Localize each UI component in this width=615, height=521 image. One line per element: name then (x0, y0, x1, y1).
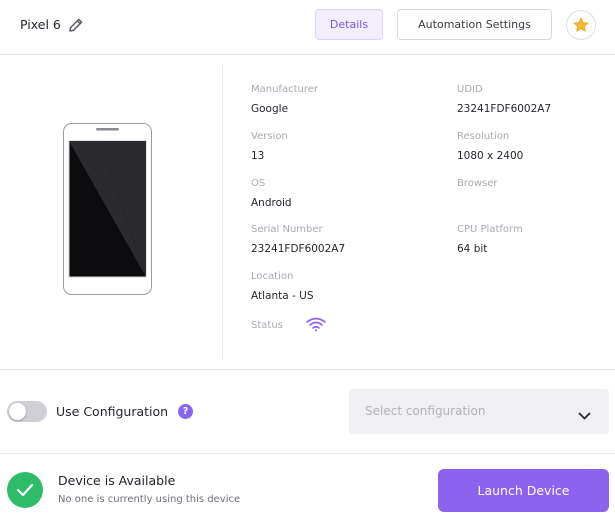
section-divider (0, 369, 615, 370)
udid-value: 23241FDF6002A7 (457, 103, 552, 115)
version-label: Version (251, 131, 288, 142)
manufacturer-value: Google (251, 103, 289, 115)
cpu-platform-label: CPU Platform (457, 224, 523, 235)
udid-label: UDID (457, 84, 483, 95)
os-value: Android (251, 197, 292, 209)
version-value: 13 (251, 150, 265, 162)
serial-number-label: Serial Number (251, 224, 323, 235)
status-label: Status (251, 320, 283, 331)
launch-device-button[interactable]: Launch Device (438, 469, 609, 512)
toggle-knob (9, 403, 26, 420)
device-header: Pixel 6 Details Automation Settings (0, 0, 615, 55)
pencil-icon[interactable] (67, 16, 85, 34)
cpu-platform-value: 64 bit (457, 243, 488, 255)
resolution-value: 1080 x 2400 (457, 150, 524, 162)
location-value: Atlanta - US (251, 290, 314, 302)
browser-label: Browser (457, 178, 498, 189)
availability-subtitle: No one is currently using this device (58, 494, 241, 505)
footer-divider (0, 453, 615, 454)
star-icon (573, 17, 589, 32)
resolution-label: Resolution (457, 131, 510, 142)
chevron-down-icon (578, 406, 591, 420)
tab-automation-settings[interactable]: Automation Settings (397, 9, 552, 40)
favorite-button[interactable] (566, 10, 596, 40)
help-icon[interactable]: ? (178, 404, 193, 419)
manufacturer-label: Manufacturer (251, 84, 318, 95)
configuration-select-placeholder: Select configuration (365, 404, 486, 418)
available-check-icon (7, 472, 43, 508)
wifi-icon (305, 317, 327, 332)
device-title: Pixel 6 (20, 17, 61, 32)
vertical-divider (222, 66, 223, 358)
device-image (63, 123, 152, 295)
tab-details[interactable]: Details (315, 9, 383, 40)
configuration-select[interactable]: Select configuration (349, 389, 609, 434)
location-label: Location (251, 271, 294, 282)
os-label: OS (251, 178, 266, 189)
use-configuration-label: Use Configuration (56, 404, 169, 419)
serial-number-value: 23241FDF6002A7 (251, 243, 346, 255)
use-configuration-toggle[interactable] (7, 401, 47, 422)
availability-title: Device is Available (58, 473, 176, 488)
